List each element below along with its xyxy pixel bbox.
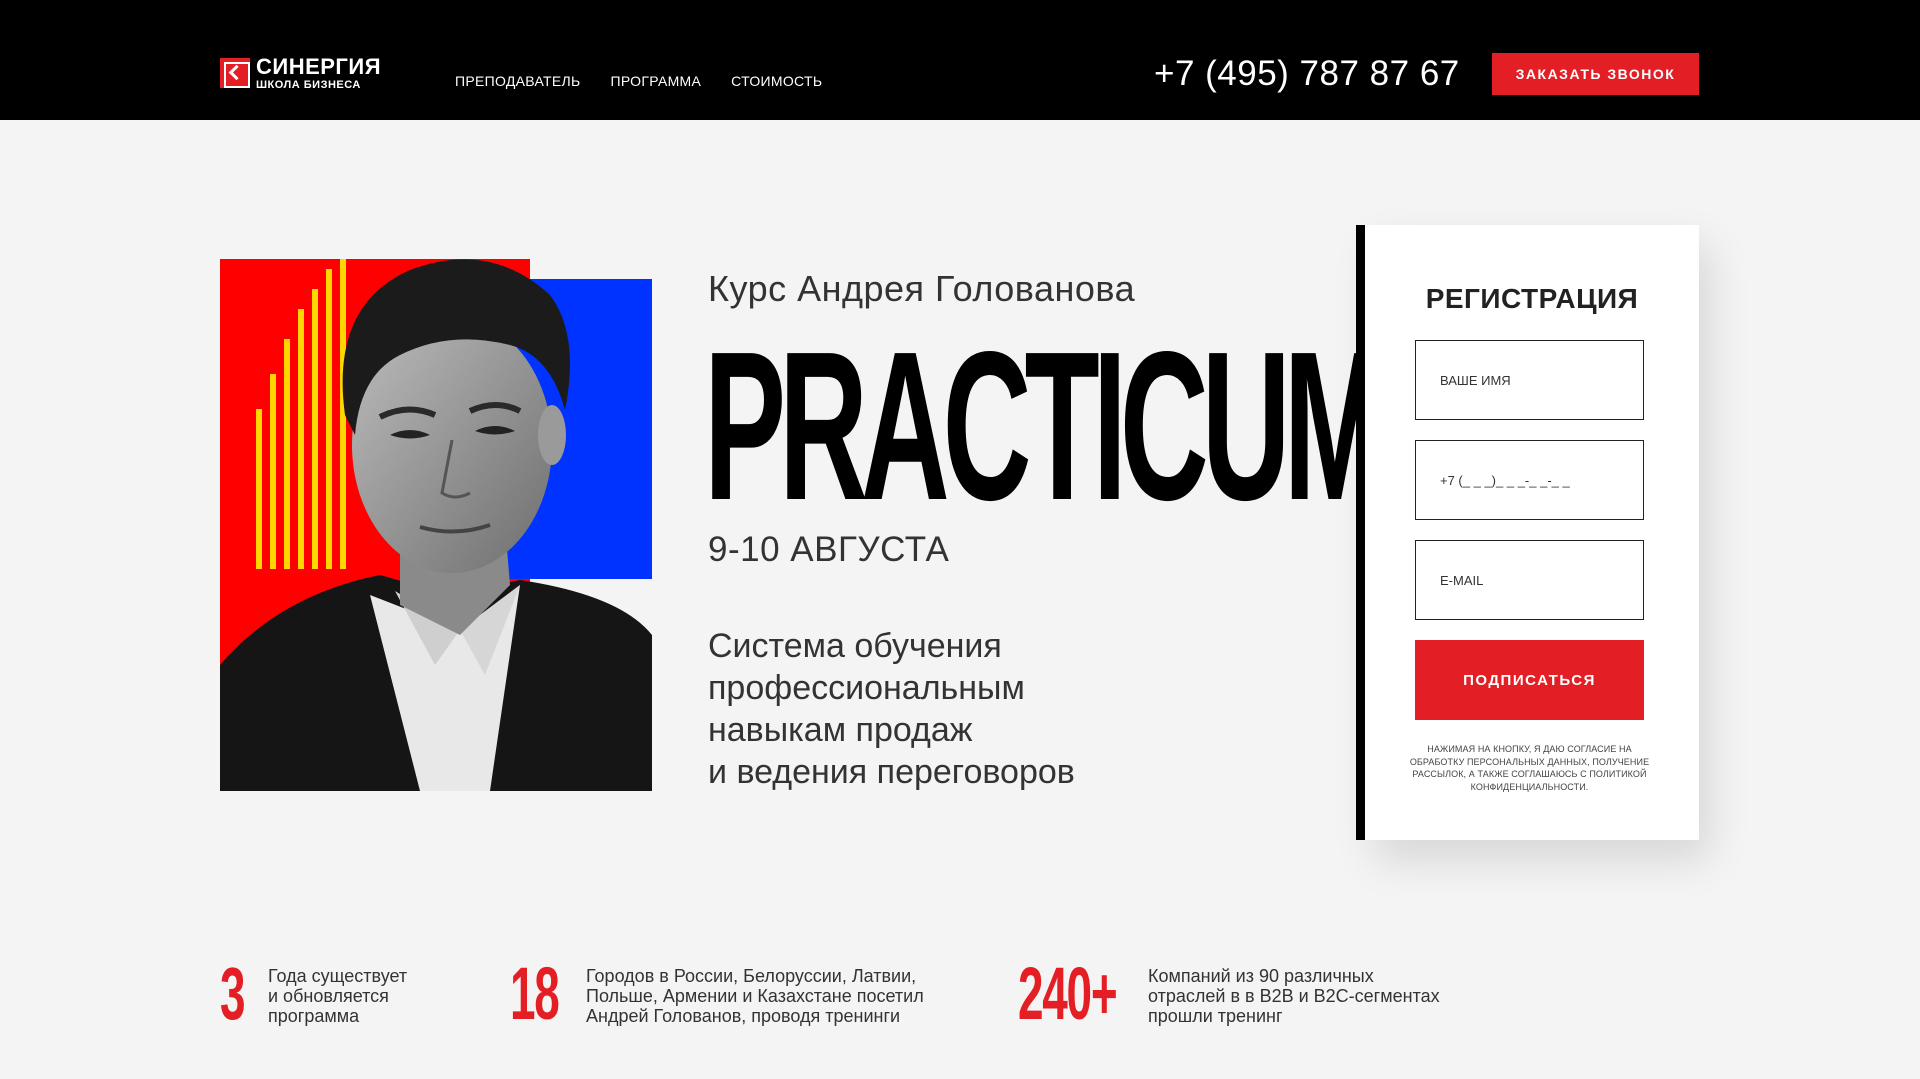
registration-form: РЕГИСТРАЦИЯ ПОДПИСАТЬСЯ Нажимая на кнопк… (1365, 225, 1699, 840)
stat-number: 18 (510, 952, 560, 1035)
order-call-button[interactable]: ЗАКАЗАТЬ ЗВОНОК (1492, 53, 1699, 95)
stat-companies: 240+ Компаний из 90 различных отраслей в… (1018, 952, 1440, 1035)
phone-number[interactable]: +7 (495) 787 87 67 (1154, 54, 1460, 94)
stat-years: 3 Года существует и обновляется программ… (220, 952, 407, 1035)
nav-teacher[interactable]: ПРЕПОДАВАТЕЛЬ (455, 73, 580, 89)
consent-note: Нажимая на кнопку, я даю согласие на обр… (1409, 744, 1650, 792)
site-header: СИНЕРГИЯ ШКОЛА БИЗНЕСА ПРЕПОДАВАТЕЛЬ ПРО… (0, 0, 1920, 120)
logo-title: СИНЕРГИЯ (256, 53, 382, 79)
stat-number: 3 (220, 952, 246, 1035)
hero-subtitle: Курс Андрея Голованова (708, 268, 1136, 309)
name-field[interactable] (1415, 340, 1644, 420)
email-field[interactable] (1415, 540, 1644, 620)
stat-text: Городов в России, Белоруссии, Латвии, По… (586, 966, 924, 1026)
registration-accent-bar (1356, 225, 1365, 840)
registration-title: РЕГИСТРАЦИЯ (1425, 283, 1639, 314)
stat-cities: 18 Городов в России, Белоруссии, Латвии,… (510, 952, 924, 1035)
hero-date: 9-10 АВГУСТА (708, 530, 950, 569)
logo[interactable]: СИНЕРГИЯ ШКОЛА БИЗНЕСА (220, 53, 382, 91)
nav-program[interactable]: ПРОГРАММА (610, 73, 701, 89)
speaker-photo (220, 235, 652, 791)
subscribe-button[interactable]: ПОДПИСАТЬСЯ (1415, 640, 1644, 720)
phone-field[interactable] (1415, 440, 1644, 520)
speaker-portrait (220, 259, 652, 791)
hero-title: PRACTICUM (704, 307, 1386, 544)
hero-description: Система обучения профессиональным навыка… (708, 627, 1075, 791)
stat-text: Года существует и обновляется программа (268, 966, 408, 1026)
stat-number: 240+ (1018, 952, 1118, 1035)
main-nav: ПРЕПОДАВАТЕЛЬ ПРОГРАММА СТОИМОСТЬ (455, 73, 822, 89)
stat-text: Компаний из 90 различных отраслей в в B2… (1148, 966, 1440, 1026)
logo-icon (220, 58, 250, 88)
nav-price[interactable]: СТОИМОСТЬ (731, 73, 822, 89)
logo-subtitle: ШКОЛА БИЗНЕСА (256, 78, 361, 91)
